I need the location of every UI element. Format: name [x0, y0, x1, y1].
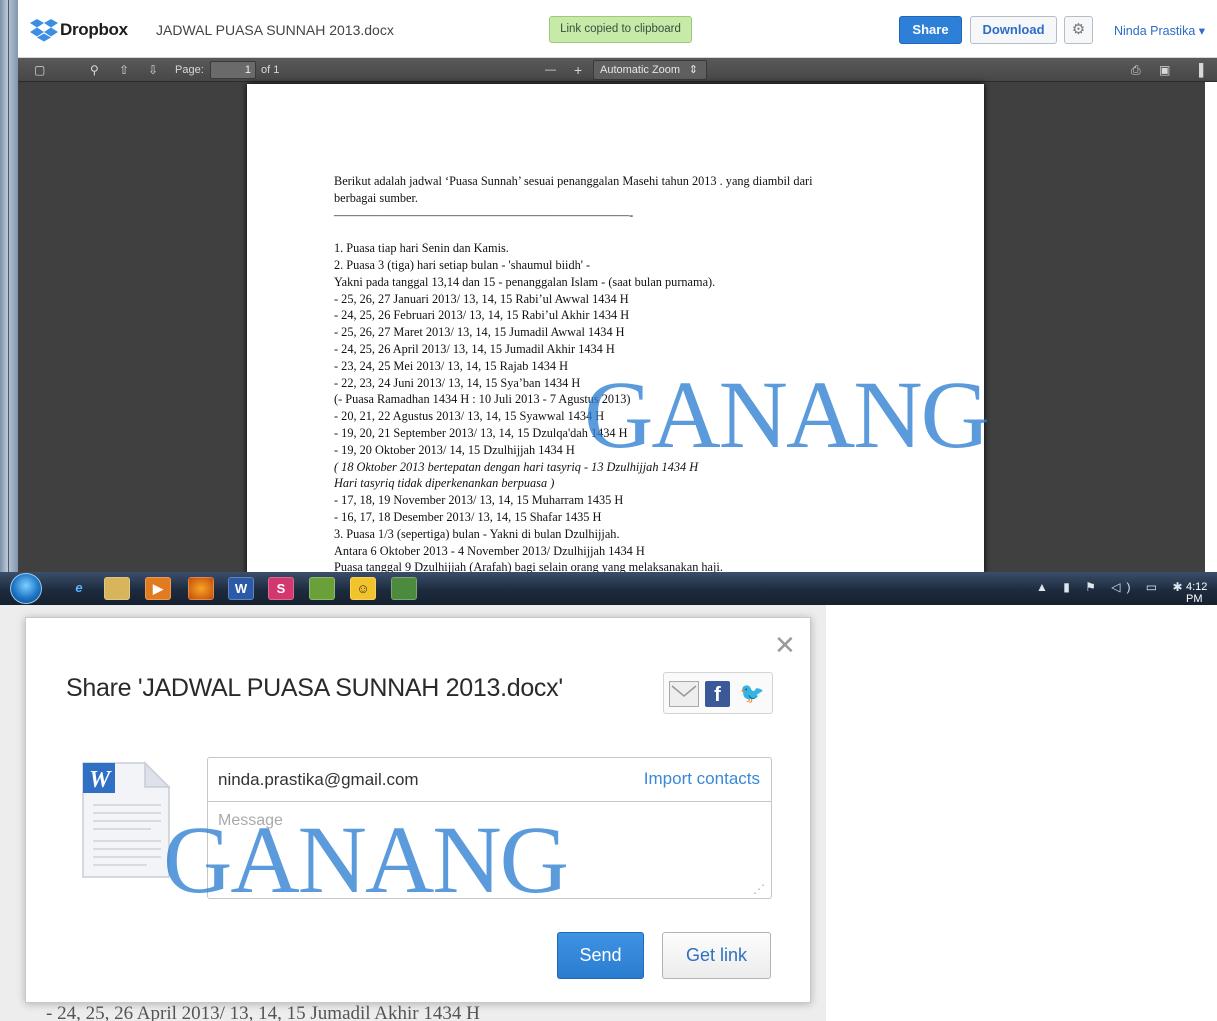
- app-icon[interactable]: [309, 577, 335, 600]
- search-icon[interactable]: ⚲: [90, 62, 99, 78]
- envelope-icon: [671, 685, 697, 697]
- watermark: GANANG: [163, 806, 569, 913]
- resize-grip-icon[interactable]: ⋰: [753, 882, 765, 896]
- composite-screenshot: Dropbox JADWAL PUASA SUNNAH 2013.docx Li…: [0, 0, 1217, 1021]
- window-frame-edge: [0, 0, 18, 572]
- document-line: - 24, 25, 26 Februari 2013/ 13, 14, 15 R…: [334, 308, 630, 323]
- page-count: of 1: [261, 64, 280, 76]
- zoom-select-value: Automatic Zoom: [600, 64, 681, 76]
- pdf-viewer-toolbar: ▢ ⚲ ⇧ ⇩ Page: 1 of 1 — + Automatic Zoom …: [18, 58, 1217, 82]
- import-contacts-link[interactable]: Import contacts: [644, 769, 760, 789]
- select-arrows-icon: ⇕: [688, 64, 698, 76]
- dropbox-wordmark: Dropbox: [60, 20, 128, 39]
- download-button[interactable]: Download: [970, 16, 1057, 44]
- zoom-select[interactable]: Automatic Zoom ⇕: [593, 60, 707, 80]
- word-icon[interactable]: W: [228, 577, 254, 600]
- background-document-text: - 24, 25, 26 April 2013/ 13, 14, 15 Juma…: [46, 1003, 480, 1021]
- print-icon[interactable]: ⎙: [1131, 62, 1141, 78]
- document-line: 1. Puasa tiap hari Senin dan Kamis.: [334, 241, 509, 256]
- word-document-icon: W: [81, 761, 171, 879]
- next-page-icon[interactable]: ⇩: [148, 62, 158, 78]
- zoom-in-button[interactable]: +: [574, 62, 582, 78]
- facebook-icon[interactable]: f: [705, 681, 730, 707]
- document-line: Berikut adalah jadwal ‘Puasa Sunnah’ ses…: [334, 174, 813, 188]
- dropbox-logo[interactable]: Dropbox: [30, 18, 150, 44]
- document-line: - 17, 18, 19 November 2013/ 13, 14, 15 M…: [334, 493, 624, 508]
- document-line: Hari tasyriq tidak diperkenankan berpuas…: [334, 476, 555, 491]
- clock[interactable]: 4:12 PM: [1186, 581, 1217, 605]
- recipient-value: ninda.prastika@gmail.com: [218, 770, 419, 789]
- previous-page-icon[interactable]: ⇧: [119, 62, 129, 78]
- messenger-icon[interactable]: ☺: [350, 577, 376, 600]
- zoom-out-button[interactable]: —: [545, 62, 556, 78]
- document-line: - 16, 17, 18 Desember 2013/ 13, 14, 15 S…: [334, 509, 602, 524]
- gear-icon: ⚙: [1071, 21, 1086, 38]
- send-button[interactable]: Send: [557, 932, 644, 979]
- dropbox-header: Dropbox JADWAL PUASA SUNNAH 2013.docx Li…: [18, 0, 1217, 58]
- scrollbar-track[interactable]: [1205, 82, 1217, 572]
- page-label: Page:: [175, 64, 204, 76]
- document-line: ————————————————————————-: [334, 207, 634, 222]
- dropbox-box-icon: [30, 19, 58, 42]
- document-line: Antara 6 Oktober 2013 - 4 November 2013/…: [334, 543, 645, 558]
- document-line: berbagai sumber.: [334, 190, 419, 205]
- app-icon[interactable]: S: [268, 577, 294, 600]
- download-icon[interactable]: ▣: [1159, 62, 1170, 78]
- recipient-input[interactable]: ninda.prastika@gmail.com Import contacts: [207, 757, 772, 801]
- close-icon[interactable]: ✕: [774, 632, 796, 658]
- bookmark-icon[interactable]: ▌: [1199, 62, 1208, 78]
- email-icon[interactable]: [669, 681, 699, 707]
- document-line: - 24, 25, 26 April 2013/ 13, 14, 15 Juma…: [334, 341, 615, 356]
- watermark: GANANG: [584, 361, 990, 468]
- share-via-buttons: f 🐦: [663, 672, 773, 714]
- svg-text:W: W: [89, 767, 112, 793]
- user-menu[interactable]: Ninda Prastika ▾: [1114, 23, 1205, 38]
- app-icon[interactable]: [391, 577, 417, 600]
- media-player-icon[interactable]: ▶: [145, 577, 171, 600]
- file-title: JADWAL PUASA SUNNAH 2013.docx: [156, 22, 394, 38]
- ie-icon[interactable]: e: [66, 577, 92, 600]
- dialog-title: Share 'JADWAL PUASA SUNNAH 2013.docx': [66, 674, 563, 702]
- settings-button[interactable]: ⚙: [1064, 16, 1093, 44]
- page-number-input[interactable]: 1: [210, 61, 256, 79]
- link-copied-toast: Link copied to clipboard: [549, 16, 692, 43]
- sidebar-toggle-icon[interactable]: ▢: [34, 62, 45, 78]
- start-button[interactable]: [10, 573, 42, 604]
- firefox-icon[interactable]: [188, 577, 214, 600]
- document-line: 3. Puasa 1/3 (sepertiga) bulan - Yakni d…: [334, 526, 620, 541]
- document-line: Yakni pada tanggal 13,14 dan 15 - penang…: [334, 274, 716, 289]
- explorer-icon[interactable]: [104, 577, 130, 600]
- windows-taskbar: e ▶ W S ☺ ▲ ▮ ⚑ ◁) ▭ ✱ 4:12 PM: [0, 572, 1217, 605]
- twitter-icon[interactable]: 🐦: [737, 681, 767, 707]
- document-line: 2. Puasa 3 (tiga) hari setiap bulan - 's…: [334, 257, 591, 272]
- get-link-button[interactable]: Get link: [662, 932, 771, 979]
- share-button[interactable]: Share: [899, 16, 962, 44]
- document-line: - 25, 26, 27 Maret 2013/ 13, 14, 15 Juma…: [334, 325, 625, 340]
- system-tray-icons[interactable]: ▲ ▮ ⚑ ◁) ▭ ✱: [1036, 580, 1189, 594]
- document-line: - 25, 26, 27 Januari 2013/ 13, 14, 15 Ra…: [334, 291, 629, 306]
- document-page: Berikut adalah jadwal ‘Puasa Sunnah’ ses…: [247, 84, 984, 574]
- blank-area: [826, 605, 1217, 1021]
- browser-window: Dropbox JADWAL PUASA SUNNAH 2013.docx Li…: [0, 0, 1217, 605]
